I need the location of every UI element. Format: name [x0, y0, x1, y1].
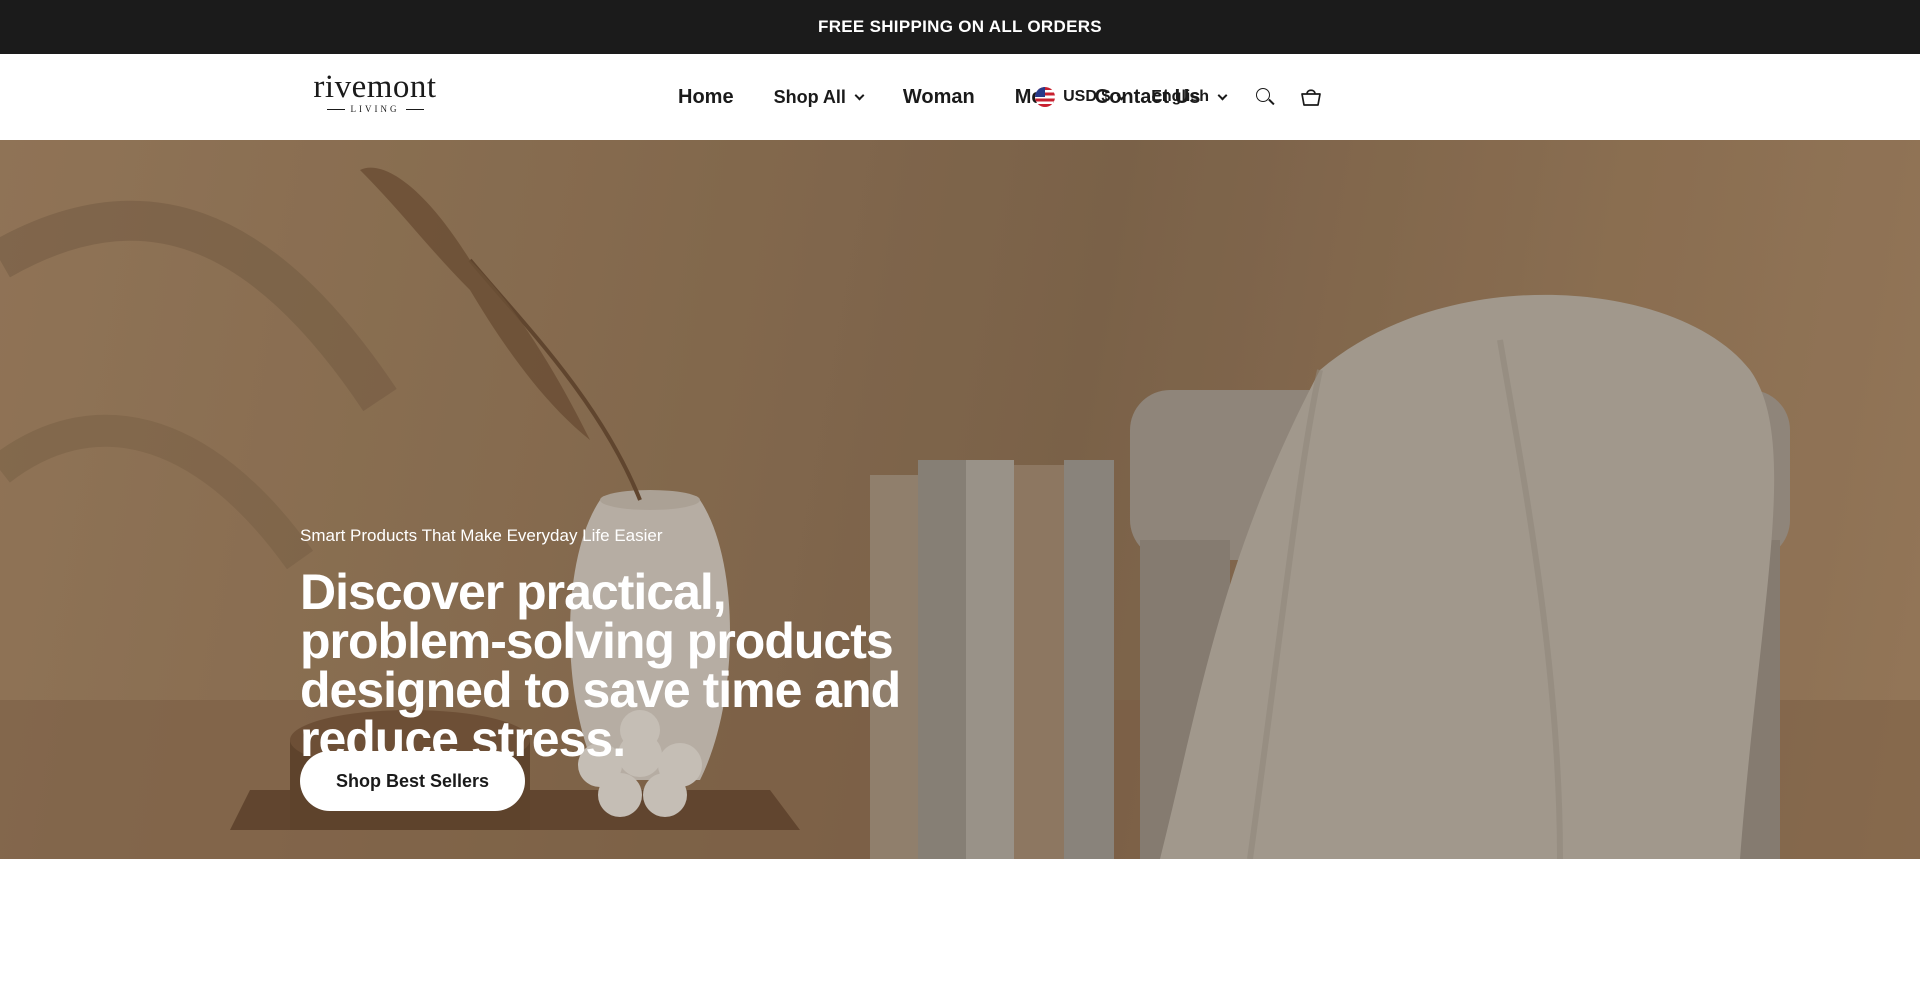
- hero-headline: Discover practical, problem-solving prod…: [300, 564, 901, 767]
- logo-wordmark: rivemont: [313, 69, 437, 105]
- chevron-down-icon: [1217, 90, 1228, 100]
- nav-woman[interactable]: Woman: [903, 86, 975, 109]
- header-utilities: USD $ English: [1035, 54, 1322, 140]
- hero-eyebrow: Smart Products That Make Everyday Life E…: [300, 526, 663, 545]
- nav-woman-label: Woman: [902, 85, 975, 108]
- chevron-down-icon: [1116, 90, 1127, 100]
- announcement-text: FREE SHIPPING ON ALL ORDERS: [818, 17, 1102, 36]
- logo-subword: LIVING: [350, 104, 400, 114]
- shop-best-sellers-button[interactable]: Shop Best Sellers: [300, 751, 525, 811]
- hero-banner: Smart Products That Make Everyday Life E…: [0, 140, 1920, 859]
- search-icon[interactable]: [1254, 86, 1276, 108]
- nav-shop-all-label: Shop All: [773, 86, 846, 107]
- site-header: rivemont LIVING Home Shop All Woman Men …: [0, 54, 1920, 140]
- nav-home[interactable]: Home: [678, 86, 734, 109]
- chevron-down-icon: [854, 90, 865, 100]
- language-label: English: [1151, 88, 1209, 105]
- logo-subline: LIVING: [303, 104, 447, 114]
- nav-home-label: Home: [678, 85, 734, 108]
- language-selector[interactable]: English: [1151, 88, 1228, 106]
- hero-overlay: [0, 140, 1920, 859]
- nav-shop-all[interactable]: Shop All: [773, 86, 865, 108]
- cart-icon[interactable]: [1300, 86, 1322, 108]
- logo-rule-left: [326, 108, 345, 110]
- currency-label: USD $: [1063, 88, 1111, 105]
- currency-selector[interactable]: USD $: [1035, 87, 1127, 107]
- logo-rule-right: [405, 108, 424, 110]
- us-flag-icon: [1035, 87, 1056, 107]
- logo[interactable]: rivemont LIVING: [303, 69, 447, 118]
- announcement-bar: FREE SHIPPING ON ALL ORDERS: [0, 0, 1920, 54]
